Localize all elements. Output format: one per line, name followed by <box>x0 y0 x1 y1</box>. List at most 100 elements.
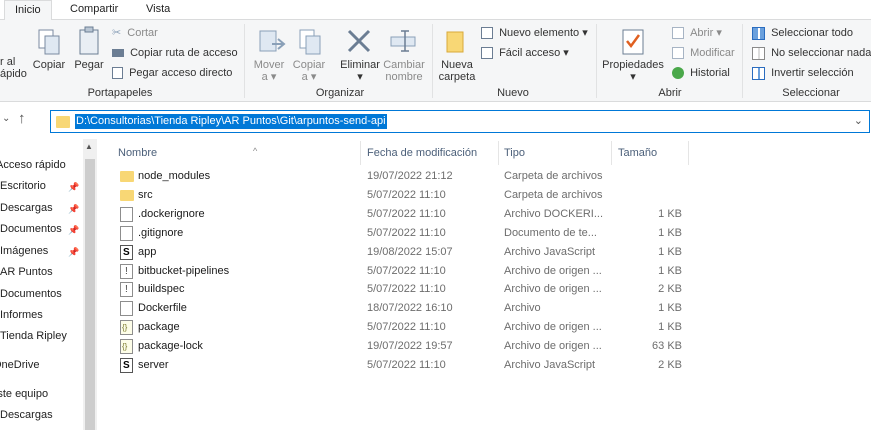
abrir-button[interactable]: Abrir ▾ <box>672 24 722 42</box>
scrollbar-thumb[interactable] <box>85 159 95 430</box>
pin-icon: 📌 <box>68 204 80 214</box>
sidebar-item-ar-puntos[interactable]: AR Puntos <box>0 262 53 282</box>
tab-vista[interactable]: Vista <box>136 0 180 21</box>
new-folder-icon <box>445 30 465 54</box>
nuevo-elemento-label: Nuevo elemento ▾ <box>499 27 588 39</box>
address-bar[interactable]: D:\Consultorias\Tienda Ripley\AR Puntos\… <box>50 110 870 133</box>
cambiar-nombre-button[interactable]: Cambiar nombre <box>382 59 426 83</box>
group-divider <box>432 24 433 98</box>
address-path-input[interactable]: D:\Consultorias\Tienda Ripley\AR Puntos\… <box>75 114 387 129</box>
recent-locations-chevron-icon[interactable]: ⌄ <box>2 113 10 124</box>
no-seleccionar-label: No seleccionar nada <box>771 47 871 59</box>
file-size: 1 KB <box>658 302 682 315</box>
select-all-icon <box>752 26 765 40</box>
ribbon-tabs: Inicio Compartir Vista <box>0 0 871 21</box>
file-row[interactable]: src 5/07/2022 11:10 Carpeta de archivos <box>98 186 871 205</box>
sidebar-item-descargas[interactable]: Descargas <box>0 198 53 218</box>
nuevo-elemento-button[interactable]: Nuevo elemento ▾ <box>481 24 588 42</box>
column-divider[interactable] <box>498 141 499 165</box>
seleccionar-todo-label: Seleccionar todo <box>771 27 854 39</box>
copiar-button[interactable]: Copiar <box>30 59 68 71</box>
modificar-button[interactable]: Modificar <box>672 44 735 62</box>
copiar-ruta-label: Copiar ruta de acceso <box>130 47 238 59</box>
yml-file-icon <box>120 280 133 299</box>
json-file-icon <box>120 318 133 337</box>
mover-a-button[interactable]: Mover a ▾ <box>250 59 288 83</box>
file-row[interactable]: server 5/07/2022 11:10 Archivo JavaScript 2… <box>98 356 871 375</box>
file-row[interactable]: .dockerignore 5/07/2022 11:10 Archivo DOCK… <box>98 205 871 224</box>
json-file-icon <box>120 337 133 356</box>
file-row[interactable]: node_modules 19/07/2022 21:12 Carpeta de a… <box>98 167 871 186</box>
sidebar-item-acceso-rapido[interactable]: Acceso rápido <box>0 155 66 175</box>
cortar-button[interactable]: ✂ Cortar <box>112 24 158 42</box>
file-date: 5/07/2022 11:10 <box>367 226 446 239</box>
up-arrow-icon[interactable]: ↑ <box>18 110 26 127</box>
shortcut-icon <box>112 67 123 80</box>
tab-inicio[interactable]: Inicio <box>4 0 52 21</box>
pegar-acceso-directo-button[interactable]: Pegar acceso directo <box>112 64 232 82</box>
sidebar-item-escritorio[interactable]: Escritorio <box>0 176 46 196</box>
file-row[interactable]: buildspec 5/07/2022 11:10 Archivo de orige… <box>98 280 871 299</box>
column-header-name[interactable]: Nombre ^ <box>118 145 257 161</box>
edit-icon <box>672 47 684 60</box>
invertir-label: Invertir selección <box>771 67 854 79</box>
address-dropdown-chevron-icon[interactable]: ⌄ <box>854 114 863 127</box>
sidebar-item-documentos[interactable]: Documentos <box>0 219 62 239</box>
file-row[interactable]: bitbucket-pipelines 5/07/2022 11:10 Archiv… <box>98 262 871 281</box>
column-divider[interactable] <box>688 141 689 165</box>
file-date: 5/07/2022 11:10 <box>367 283 446 296</box>
folder-icon <box>56 116 70 128</box>
file-size: 1 KB <box>658 207 682 220</box>
file-size: 1 KB <box>658 245 682 258</box>
folder-icon <box>120 189 134 201</box>
column-header-size[interactable]: Tamaño <box>618 145 657 161</box>
history-icon <box>672 67 684 80</box>
file-row[interactable]: package-lock 19/07/2022 19:57 Archivo de o… <box>98 337 871 356</box>
scissors-icon: ✂ <box>112 27 122 39</box>
pegar-button[interactable]: Pegar <box>72 59 106 71</box>
file-type: Archivo de origen ... <box>504 283 602 296</box>
tab-compartir[interactable]: Compartir <box>60 0 128 21</box>
sidebar-item-onedrive[interactable]: OneDrive <box>0 355 39 375</box>
group-divider <box>742 24 743 98</box>
nueva-carpeta-button[interactable]: Nueva carpeta <box>437 59 477 83</box>
column-divider[interactable] <box>611 141 612 165</box>
no-seleccionar-nada-button[interactable]: No seleccionar nada <box>752 44 871 62</box>
sidebar-item-descargas-2[interactable]: Descargas <box>0 405 53 425</box>
seleccionar-todo-button[interactable]: Seleccionar todo <box>752 24 853 42</box>
facil-acceso-button[interactable]: Fácil acceso ▾ <box>481 44 569 62</box>
column-divider[interactable] <box>360 141 361 165</box>
file-name: .gitignore <box>138 226 184 239</box>
copy-to-icon <box>298 28 324 56</box>
sidebar-item-tienda-ripley[interactable]: Tienda Ripley <box>0 326 67 346</box>
file-date: 19/08/2022 15:07 <box>367 245 453 258</box>
copiar-a-button[interactable]: Copiar a ▾ <box>290 59 328 83</box>
file-row[interactable]: Dockerfile 18/07/2022 16:10 Archivo 1 KB <box>98 299 871 318</box>
group-label-portapapeles: Portapapeles <box>87 87 153 99</box>
sidebar-item-imagenes[interactable]: Imágenes <box>0 241 48 261</box>
sidebar-scrollbar[interactable]: ▲ <box>83 139 97 430</box>
sidebar-item-documentos-2[interactable]: Documentos <box>0 284 62 304</box>
anclar-acceso-rapido-button[interactable]: r al ápido <box>0 56 28 80</box>
scroll-up-icon[interactable]: ▲ <box>85 142 93 151</box>
group-divider <box>244 24 245 98</box>
propiedades-button[interactable]: Propiedades ▾ <box>601 59 665 83</box>
file-row[interactable]: app 19/08/2022 15:07 Archivo JavaScript 1 K… <box>98 243 871 262</box>
sidebar-item-este-equipo[interactable]: Este equipo <box>0 384 48 404</box>
file-row[interactable]: package 5/07/2022 11:10 Archivo de origen … <box>98 318 871 337</box>
historial-button[interactable]: Historial <box>672 64 730 82</box>
column-header-type[interactable]: Tipo <box>504 145 525 161</box>
file-type: Documento de te... <box>504 226 597 239</box>
file-icon <box>120 225 133 241</box>
eliminar-button[interactable]: Eliminar ▾ <box>336 59 384 83</box>
copiar-ruta-button[interactable]: Copiar ruta de acceso <box>112 44 238 62</box>
file-type: Archivo de origen ... <box>504 264 602 277</box>
column-header-date[interactable]: Fecha de modificación <box>367 145 477 161</box>
cortar-label: Cortar <box>127 27 158 39</box>
open-icon <box>672 27 684 40</box>
historial-label: Historial <box>690 67 730 79</box>
sidebar-item-informes[interactable]: Informes <box>0 305 43 325</box>
file-type: Carpeta de archivos <box>504 170 603 182</box>
invertir-seleccion-button[interactable]: Invertir selección <box>752 64 854 82</box>
file-row[interactable]: .gitignore 5/07/2022 11:10 Documento de te… <box>98 224 871 243</box>
